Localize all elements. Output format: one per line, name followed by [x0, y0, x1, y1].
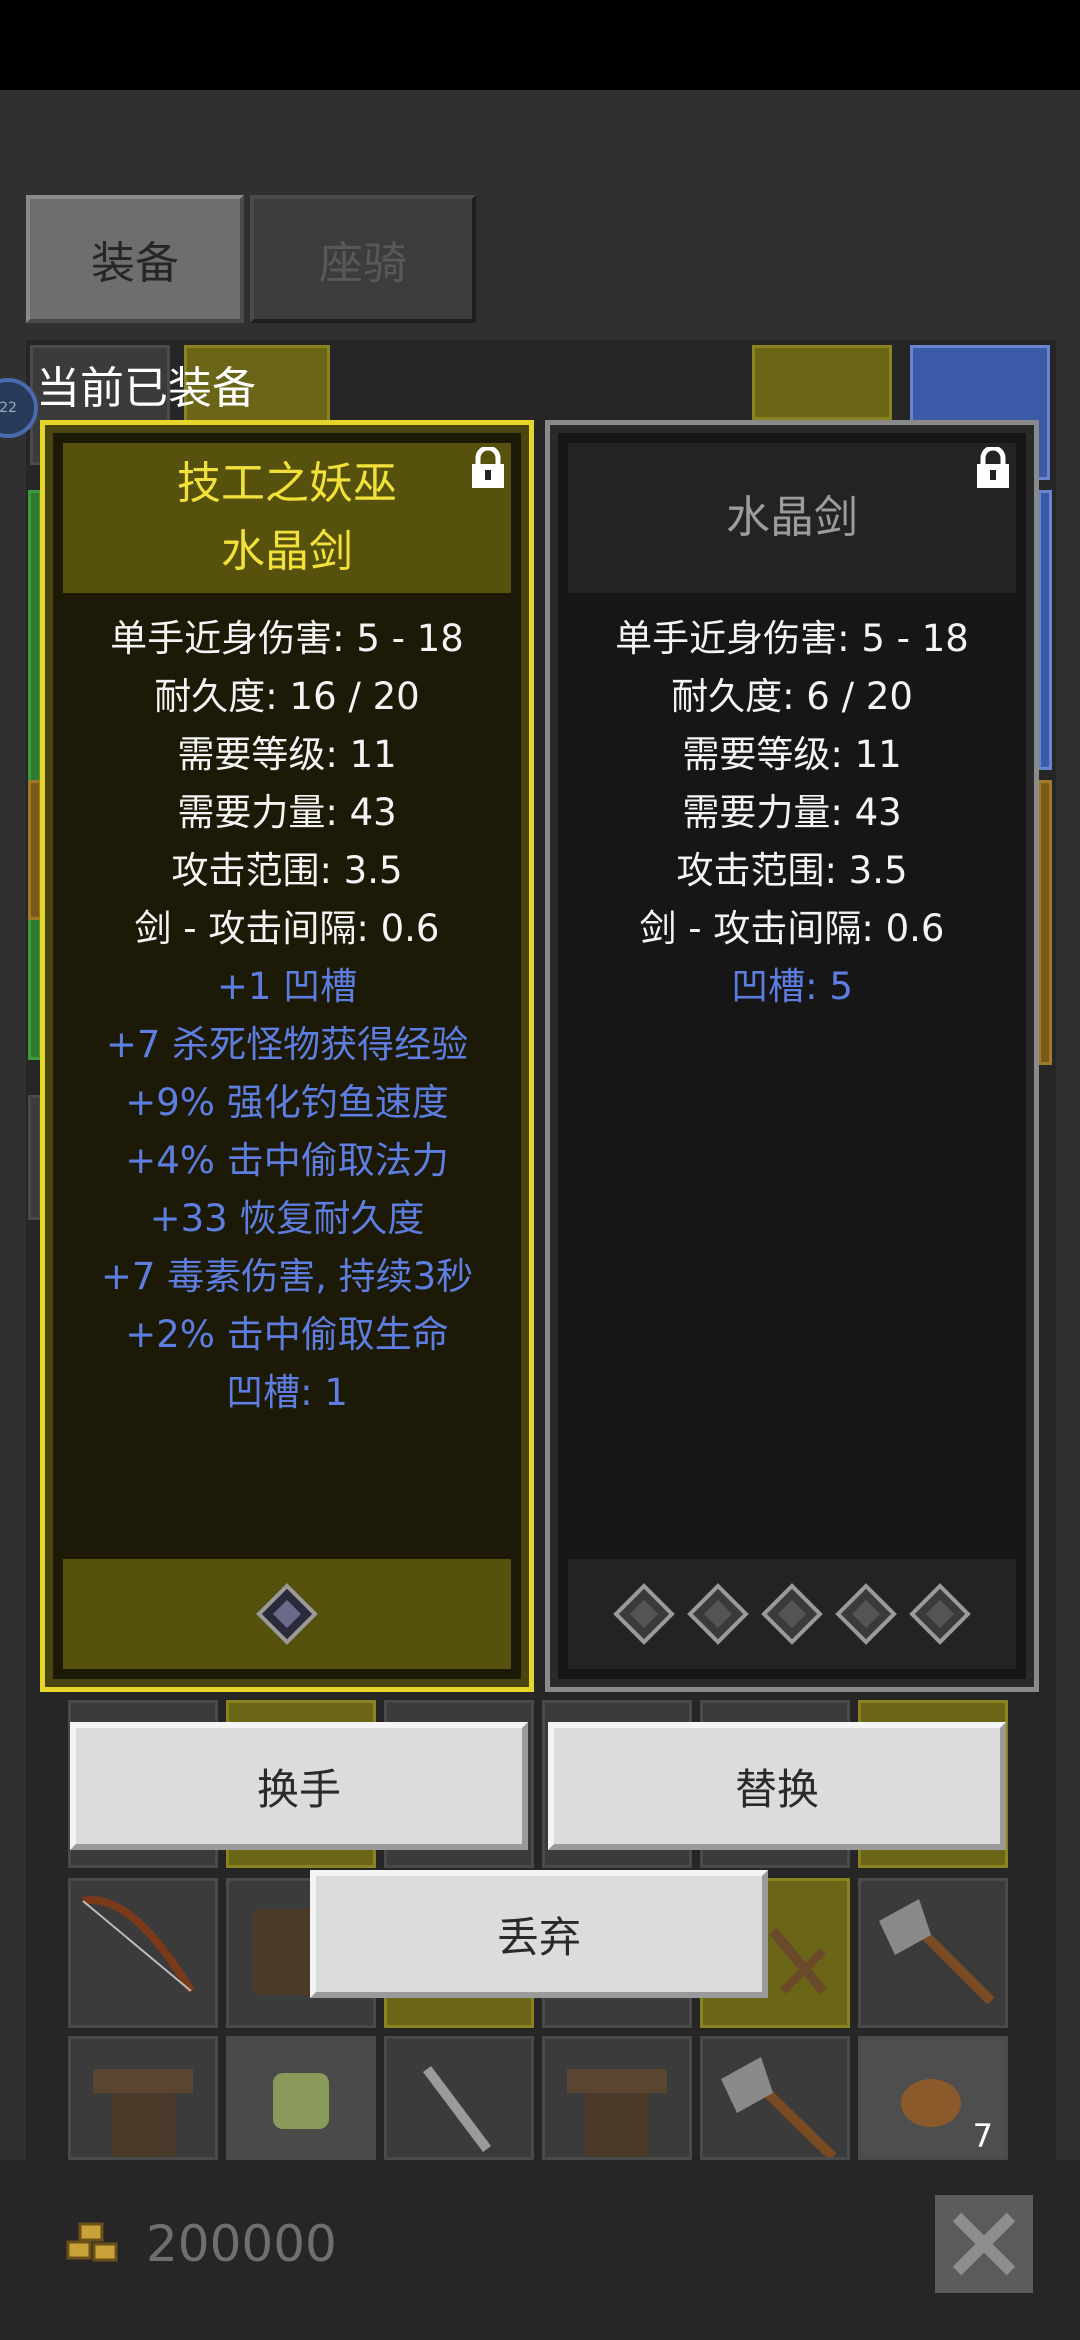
stat-line: +4% 击中偷取法力 [125, 1139, 449, 1182]
socket-row [568, 1559, 1016, 1669]
stat-line: 凹槽: 1 [226, 1371, 348, 1414]
socket-icon [256, 1583, 318, 1645]
close-button[interactable] [935, 2195, 1033, 2293]
inventory-slot-armor[interactable] [542, 2036, 692, 2160]
stat-line: 需要力量: 43 [177, 791, 397, 834]
axe-icon [721, 2057, 837, 2161]
padlock-icon[interactable] [469, 447, 507, 489]
item-title-prefix: 技工之妖巫 [177, 458, 397, 509]
axe-icon [879, 1899, 995, 2005]
item-stats: 单手近身伤害: 5 - 18 耐久度: 16 / 20 需要等级: 11 需要力量: … [63, 610, 511, 1422]
inventory-slot-dagger[interactable] [384, 2036, 534, 2160]
stat-line: +7 杀死怪物获得经验 [105, 1023, 469, 1066]
stat-line: +2% 击中偷取生命 [125, 1313, 449, 1356]
socket-icon [909, 1583, 971, 1645]
padlock-icon[interactable] [974, 447, 1012, 489]
gold-coins-icon [66, 2222, 118, 2262]
socket-row [63, 1559, 511, 1669]
replace-button[interactable]: 替换 [548, 1722, 1006, 1850]
socket-icon [687, 1583, 749, 1645]
stat-line: 凹槽: 5 [731, 965, 853, 1008]
item-title-name: 水晶剑 [726, 492, 858, 543]
swap-hand-button[interactable]: 换手 [70, 1722, 528, 1850]
stat-line: 剑 - 攻击间隔: 0.6 [134, 907, 440, 950]
socket-icon [761, 1583, 823, 1645]
socket-icon [613, 1583, 675, 1645]
item-title-name: 水晶剑 [221, 526, 353, 577]
inventory-slot-potion[interactable] [226, 2036, 376, 2160]
item-header: 技工之妖巫 水晶剑 [63, 443, 511, 593]
compare-item-card: 水晶剑 单手近身伤害: 5 - 18 耐久度: 6 / 20 需要等级: 11 需要力… [545, 420, 1039, 1692]
inventory-slot-axe[interactable] [700, 2036, 850, 2161]
current-equipped-label: 当前已装备 [36, 363, 256, 414]
stat-line: +33 恢复耐久度 [149, 1197, 425, 1240]
tab-mount[interactable]: 座骑 [250, 195, 476, 323]
stat-line: 攻击范围: 3.5 [171, 849, 403, 892]
inventory-slot-axe[interactable] [858, 1878, 1008, 2028]
armor-icon [93, 2069, 193, 2157]
stack-count: 7 [972, 2117, 993, 2155]
stat-line: +9% 强化钓鱼速度 [125, 1081, 449, 1124]
dagger-icon [423, 2066, 491, 2152]
status-bar [0, 0, 1080, 90]
armor-icon [567, 2069, 667, 2157]
tab-equipment[interactable]: 装备 [26, 195, 244, 323]
stat-line: 单手近身伤害: 5 - 18 [615, 617, 969, 660]
stat-line: 单手近身伤害: 5 - 18 [110, 617, 464, 660]
equip-slot[interactable] [1038, 780, 1052, 1065]
discard-button[interactable]: 丢弃 [310, 1870, 768, 1998]
inventory-slot-armor[interactable] [68, 2036, 218, 2160]
inventory-slot-food[interactable]: 7 [858, 2036, 1008, 2160]
stat-line: 需要等级: 11 [177, 733, 397, 776]
stat-line: 需要等级: 11 [682, 733, 902, 776]
stat-line: 攻击范围: 3.5 [676, 849, 908, 892]
socket-icon [835, 1583, 897, 1645]
item-stats: 单手近身伤害: 5 - 18 耐久度: 6 / 20 需要等级: 11 需要力量: 4… [568, 610, 1016, 1016]
inventory-slot-bow[interactable] [68, 1878, 218, 2028]
stat-line: 耐久度: 16 / 20 [154, 675, 420, 718]
stat-line: 需要力量: 43 [682, 791, 902, 834]
stat-line: +7 毒素伤害, 持续3秒 [100, 1255, 474, 1298]
stat-line: 耐久度: 6 / 20 [671, 675, 913, 718]
item-header: 水晶剑 [568, 443, 1016, 593]
gem-bag-icon [273, 2073, 329, 2129]
stat-line: +1 凹槽 [216, 965, 358, 1008]
stat-line: 剑 - 攻击间隔: 0.6 [639, 907, 945, 950]
equip-slot[interactable] [1038, 490, 1052, 770]
bow-icon [82, 1896, 195, 1994]
equipped-item-card: 技工之妖巫 水晶剑 单手近身伤害: 5 - 18 耐久度: 16 / 20 需要等级… [40, 420, 534, 1692]
close-x-icon [952, 2212, 1016, 2276]
equip-slot[interactable] [752, 345, 892, 420]
gold-amount: 200000 [146, 2215, 337, 2273]
